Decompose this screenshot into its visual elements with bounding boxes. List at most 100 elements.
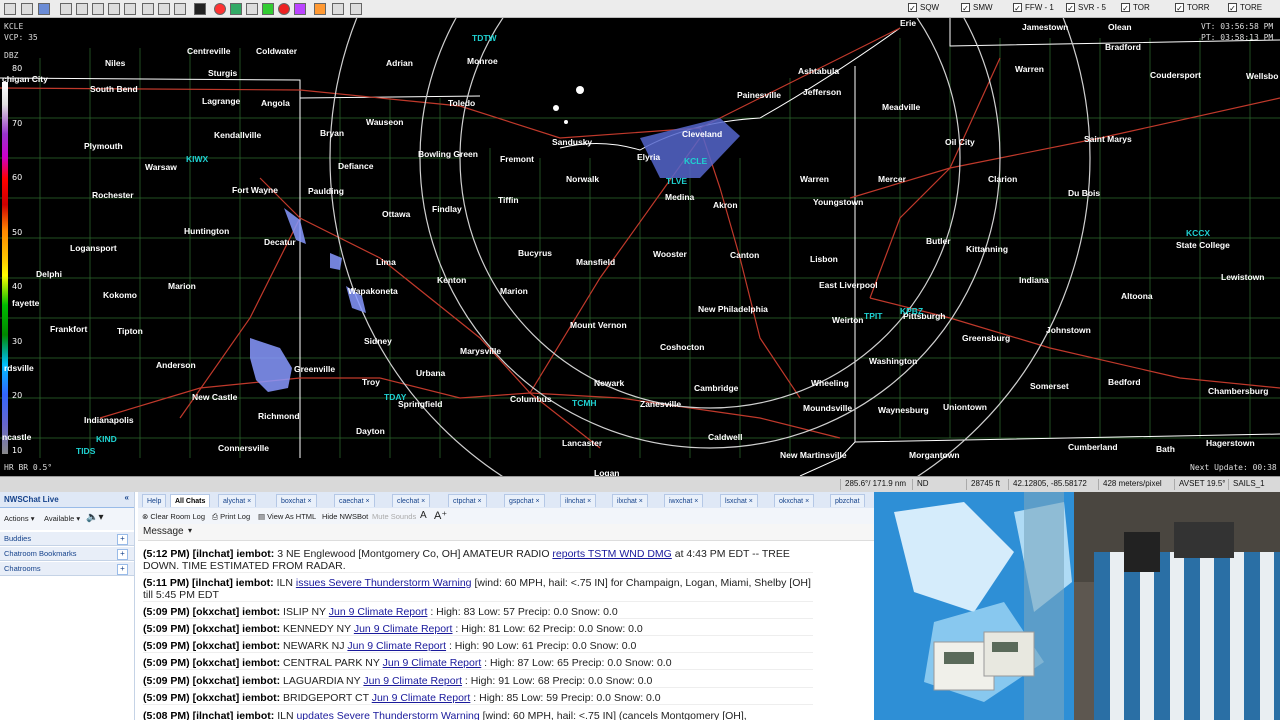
message-link[interactable]: Jun 9 Climate Report: [347, 640, 446, 652]
tab-caechat[interactable]: caechat ×: [334, 494, 375, 507]
tab-label: ilxchat: [617, 498, 637, 505]
toggle-torr[interactable]: ✓ TORR: [1175, 3, 1210, 13]
expand-icon[interactable]: +: [117, 549, 128, 560]
tab-help[interactable]: Help: [142, 494, 167, 507]
settings-icon[interactable]: [350, 3, 362, 15]
sidebar-item-buddies[interactable]: Buddies +: [0, 532, 134, 546]
triangle-icon[interactable]: [262, 3, 274, 15]
stop-icon[interactable]: [194, 3, 206, 15]
chat-message: (5:11 PM) [ilnchat] iembot: ILN issues S…: [143, 577, 813, 602]
city-label: Coudersport: [1150, 70, 1201, 80]
record-icon[interactable]: [278, 3, 290, 15]
sidebar-label: Chatrooms: [4, 564, 41, 573]
checkbox-icon: ✓: [961, 3, 970, 13]
zoom-reset-icon[interactable]: [174, 3, 186, 15]
message-scroll-area[interactable]: [818, 542, 874, 720]
copy-icon[interactable]: [21, 3, 33, 15]
message-link[interactable]: Jun 9 Climate Report: [329, 606, 428, 618]
layers-icon[interactable]: [230, 3, 242, 15]
city-label: Medina: [665, 192, 695, 202]
toggle-ffw[interactable]: ✓ FFW - 1: [1013, 3, 1054, 13]
mute-sounds-button[interactable]: Mute Sounds: [372, 512, 416, 521]
tab-clechat[interactable]: clechat ×: [392, 494, 431, 507]
toggle-tore[interactable]: ✓ TORE: [1228, 3, 1262, 13]
draw-icon[interactable]: [246, 3, 258, 15]
city-label: Newark: [594, 378, 625, 388]
font-decrease-icon[interactable]: A: [420, 510, 427, 521]
zoom-in-icon[interactable]: [142, 3, 154, 15]
tab-ilnchat[interactable]: ilnchat ×: [560, 494, 597, 507]
message-text: : High: 85 Low: 59 Precip: 0.0 Snow: 0.0: [470, 692, 661, 704]
expand-icon[interactable]: +: [117, 564, 128, 575]
toggle-sqw[interactable]: ✓ SQW: [908, 3, 939, 13]
sort-icon[interactable]: ▾: [188, 526, 192, 535]
actions-menu[interactable]: Actions ▾: [4, 514, 34, 523]
city-label: Ashtabula: [798, 66, 840, 76]
toggle-smw[interactable]: ✓ SMW: [961, 3, 993, 13]
tab-gspchat[interactable]: gspchat ×: [504, 494, 545, 507]
message-column-header[interactable]: Message ▾: [138, 524, 874, 541]
pause-icon[interactable]: [92, 3, 104, 15]
filter-icon[interactable]: [294, 3, 306, 15]
checkbox-icon: ✓: [1121, 3, 1130, 13]
webcam-feed: [874, 492, 1280, 720]
city-label: Caldwell: [708, 432, 743, 442]
city-label: Akron: [713, 200, 738, 210]
message-link[interactable]: Jun 9 Climate Report: [383, 657, 482, 669]
beam-height: 28745 ft: [966, 479, 1004, 490]
font-increase-icon[interactable]: A⁺: [434, 509, 447, 522]
city-label: Logansport: [70, 243, 117, 253]
tab-ilxchat[interactable]: ilxchat ×: [612, 494, 648, 507]
tab-all-chats[interactable]: All Chats: [170, 494, 211, 507]
clear-log-button[interactable]: ⊗ Clear Room Log: [142, 512, 205, 521]
city-label: Troy: [362, 377, 380, 387]
message-link[interactable]: updates Severe Thunderstorm Warning: [296, 710, 479, 720]
collapse-icon[interactable]: «: [125, 493, 129, 502]
message-link[interactable]: Jun 9 Climate Report: [354, 623, 453, 635]
print-icon[interactable]: [38, 3, 50, 15]
sidebar-item-bookmarks[interactable]: Chatroom Bookmarks +: [0, 547, 134, 561]
tab-okxchat[interactable]: okxchat ×: [774, 494, 815, 507]
radar-site-label: TLVE: [666, 176, 688, 186]
city-label: Bedford: [1108, 377, 1141, 387]
message-text: NEWARK NJ: [283, 640, 348, 652]
view-html-button[interactable]: ▤ View As HTML: [258, 512, 316, 521]
chat-message: (5:09 PM) [okxchat] iembot: LAGUARDIA NY…: [143, 675, 813, 688]
tab-lsxchat[interactable]: lsxchat ×: [720, 494, 758, 507]
city-label: Kokomo: [103, 290, 137, 300]
message-text: CENTRAL PARK NY: [283, 657, 383, 669]
hide-nwsbot-button[interactable]: Hide NWSBot: [322, 512, 368, 521]
message-link[interactable]: issues Severe Thunderstorm Warning: [296, 577, 472, 589]
message-link[interactable]: Jun 9 Climate Report: [372, 692, 471, 704]
last-frame-icon[interactable]: [124, 3, 136, 15]
tab-boxchat[interactable]: boxchat ×: [276, 494, 317, 507]
alert-icon[interactable]: [214, 3, 226, 15]
message-link[interactable]: Jun 9 Climate Report: [363, 675, 462, 687]
zoom-out-icon[interactable]: [158, 3, 170, 15]
print-log-button[interactable]: ⎙ Print Log: [212, 512, 250, 522]
speaker-icon[interactable]: 🔈▾: [86, 512, 103, 523]
first-frame-icon[interactable]: [60, 3, 72, 15]
city-label: Sandusky: [552, 137, 593, 147]
city-label: Wheeling: [811, 378, 849, 388]
toggle-tor[interactable]: ✓ TOR: [1121, 3, 1150, 13]
color-table-icon[interactable]: [314, 3, 326, 15]
new-window-icon[interactable]: [4, 3, 16, 15]
status-menu[interactable]: Available ▾: [44, 514, 80, 523]
radar-map[interactable]: KCLE VCP: 35 DBZ VT: 03:56:58 PM PT: 03:…: [0, 18, 1280, 476]
tab-pbzchat[interactable]: pbzchat: [830, 494, 865, 507]
legend-tick-label: 60: [12, 173, 23, 182]
message-link[interactable]: reports TSTM WND DMG: [552, 548, 671, 560]
tab-alychat[interactable]: alychat ×: [218, 494, 257, 507]
toggle-svr[interactable]: ✓ SVR - 5: [1066, 3, 1106, 13]
text-tool-icon[interactable]: [332, 3, 344, 15]
message-prefix: (5:09 PM) [okxchat] iembot:: [143, 623, 284, 635]
sidebar-item-chatrooms[interactable]: Chatrooms +: [0, 562, 134, 576]
expand-icon[interactable]: +: [117, 534, 128, 545]
tab-iwxchat[interactable]: iwxchat ×: [664, 494, 704, 507]
checkbox-icon: ✓: [1228, 3, 1237, 13]
next-frame-icon[interactable]: [108, 3, 120, 15]
prev-frame-icon[interactable]: [76, 3, 88, 15]
tab-ctpchat[interactable]: ctpchat ×: [448, 494, 487, 507]
radar-site-label: KPBZ: [900, 306, 924, 316]
